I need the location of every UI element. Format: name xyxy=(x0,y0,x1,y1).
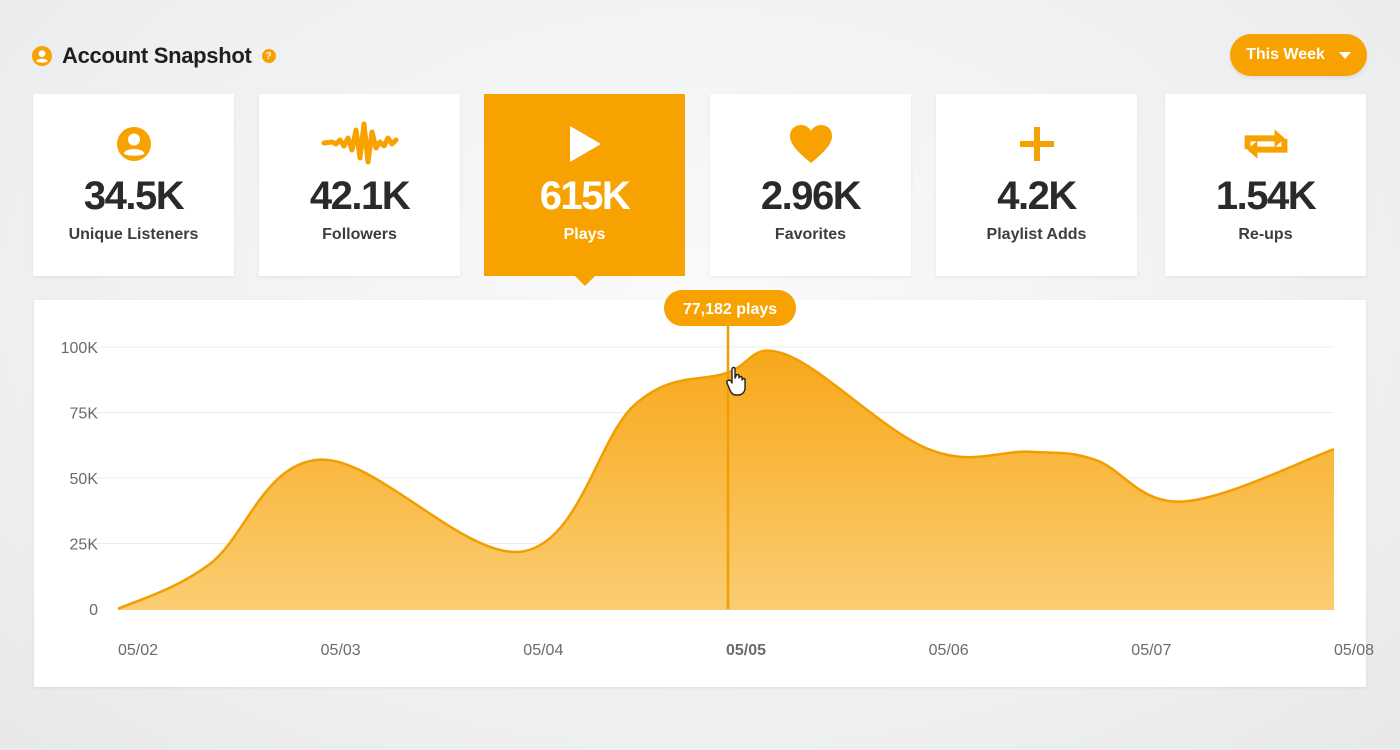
play-icon xyxy=(561,122,609,166)
stat-label: Unique Listeners xyxy=(68,226,199,243)
stat-card-followers[interactable]: 42.1K Followers xyxy=(259,94,460,276)
chart-panel xyxy=(34,300,1366,687)
stat-value: 615K xyxy=(539,174,631,218)
user-circle-icon xyxy=(110,122,158,166)
stat-value: 4.2K xyxy=(997,174,1077,218)
period-dropdown-button[interactable]: This Week xyxy=(1230,34,1367,76)
stat-card-favorites[interactable]: 2.96K Favorites xyxy=(710,94,911,276)
heart-icon xyxy=(787,122,835,166)
repost-icon xyxy=(1242,122,1290,166)
audiomack-wave-icon xyxy=(321,121,398,166)
page-title: Account Snapshot xyxy=(62,43,252,68)
stat-card-unique-listeners[interactable]: 34.5K Unique Listeners xyxy=(33,94,234,276)
active-card-pointer xyxy=(574,276,595,286)
stat-value: 2.96K xyxy=(760,174,862,218)
stat-label: Re-ups xyxy=(1238,226,1293,243)
period-label: This Week xyxy=(1246,46,1325,63)
help-icon[interactable]: ? xyxy=(261,49,276,63)
plus-icon xyxy=(1013,122,1061,166)
stat-card-plays[interactable]: 615K Plays xyxy=(484,94,685,286)
caret-down-icon xyxy=(1338,51,1351,59)
stat-label: Plays xyxy=(563,226,606,243)
stat-value: 34.5K xyxy=(83,174,185,218)
stat-value: 42.1K xyxy=(309,174,411,218)
stat-label: Followers xyxy=(322,226,397,243)
account-circle-icon xyxy=(32,46,52,66)
stat-label: Playlist Adds xyxy=(986,226,1087,243)
stat-card-re-ups[interactable]: 1.54K Re-ups xyxy=(1165,94,1366,276)
stat-label: Favorites xyxy=(774,226,847,243)
stat-card-playlist-adds[interactable]: 4.2K Playlist Adds xyxy=(936,94,1137,276)
header: Account Snapshot ? xyxy=(32,40,276,72)
stat-value: 1.54K xyxy=(1215,174,1317,218)
